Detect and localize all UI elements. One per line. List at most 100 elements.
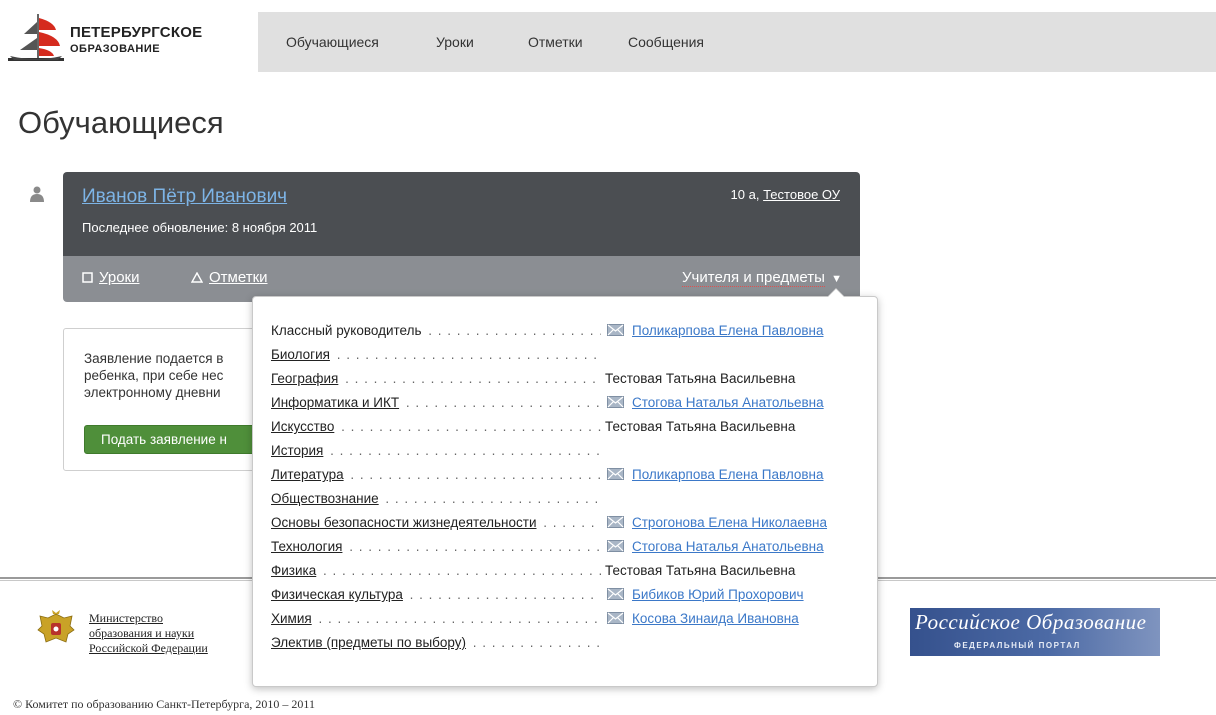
subject-label: Классный руководитель bbox=[271, 323, 424, 338]
subject-cell: Основы безопасности жизнедеятельности . … bbox=[271, 515, 601, 533]
leader-dots: . . . . . . . . . . . . . . . . . . . . … bbox=[350, 467, 601, 482]
teacher-row: Химия . . . . . . . . . . . . . . . . . … bbox=[271, 611, 871, 629]
site-logo[interactable]: ПЕТЕРБУРГСКОЕ ОБРАЗОВАНИЕ bbox=[8, 10, 248, 68]
teacher-cell: Косова Зинаида Ивановна bbox=[607, 611, 799, 626]
subject-cell: Литература . . . . . . . . . . . . . . .… bbox=[271, 467, 601, 485]
teacher-link[interactable]: Бибиков Юрий Прохорович bbox=[632, 587, 804, 602]
subject-link[interactable]: Обществознание bbox=[271, 491, 381, 506]
teacher-cell: Тестовая Татьяна Васильевна bbox=[605, 419, 795, 434]
subject-cell: Искусство . . . . . . . . . . . . . . . … bbox=[271, 419, 601, 437]
teacher-cell: Тестовая Татьяна Васильевна bbox=[605, 371, 795, 386]
teacher-cell: Строгонова Елена Николаевна bbox=[607, 515, 827, 530]
subject-link[interactable]: Информатика и ИКТ bbox=[271, 395, 402, 410]
nav-marks[interactable]: Отметки bbox=[528, 34, 583, 50]
teacher-cell: Стогова Наталья Анатольевна bbox=[607, 539, 824, 554]
leader-dots: . . . . . . . . . . . . . . . . . . . . … bbox=[409, 587, 601, 602]
subject-link[interactable]: Литература bbox=[271, 467, 346, 482]
subject-cell: История . . . . . . . . . . . . . . . . … bbox=[271, 443, 601, 461]
tab-lessons-label: Уроки bbox=[99, 269, 140, 286]
teacher-name: Тестовая Татьяна Васильевна bbox=[605, 371, 796, 386]
teacher-row: Технология . . . . . . . . . . . . . . .… bbox=[271, 539, 871, 557]
teacher-name: Тестовая Татьяна Васильевна bbox=[605, 419, 796, 434]
nav-students[interactable]: Обучающиеся bbox=[286, 34, 379, 50]
teacher-cell: Поликарпова Елена Павловна bbox=[607, 467, 824, 482]
mail-icon[interactable] bbox=[607, 468, 624, 480]
subject-link[interactable]: Электив (предметы по выбору) bbox=[271, 635, 469, 650]
header: ПЕТЕРБУРГСКОЕ ОБРАЗОВАНИЕ Обучающиеся Ур… bbox=[0, 0, 1216, 72]
page-title: Обучающиеся bbox=[18, 105, 224, 140]
teachers-subjects-label: Учителя и предметы bbox=[682, 269, 825, 287]
triangle-icon bbox=[191, 272, 203, 283]
teachers-subjects-toggle[interactable]: Учителя и предметы ▼ bbox=[682, 269, 842, 287]
teacher-row: Физическая культура . . . . . . . . . . … bbox=[271, 587, 871, 605]
mail-icon[interactable] bbox=[607, 612, 624, 624]
teachers-dropdown: Классный руководитель . . . . . . . . . … bbox=[252, 288, 878, 687]
mail-icon[interactable] bbox=[607, 324, 624, 336]
square-icon bbox=[82, 272, 93, 283]
teacher-row: Физика . . . . . . . . . . . . . . . . .… bbox=[271, 563, 871, 581]
subject-link[interactable]: Биология bbox=[271, 347, 332, 362]
mail-icon[interactable] bbox=[607, 396, 624, 408]
subject-cell: Физика . . . . . . . . . . . . . . . . .… bbox=[271, 563, 601, 581]
federal-portal-banner[interactable]: Российское Образование ФЕДЕРАЛЬНЫЙ ПОРТА… bbox=[910, 608, 1160, 656]
subject-link[interactable]: География bbox=[271, 371, 341, 386]
teacher-cell: Поликарпова Елена Павловна bbox=[607, 323, 824, 338]
student-name-link[interactable]: Иванов Пётр Иванович bbox=[82, 186, 287, 208]
subject-cell: Физическая культура . . . . . . . . . . … bbox=[271, 587, 601, 605]
leader-dots: . . . . . . . . . . . . . . . . . . . . … bbox=[385, 491, 601, 506]
subject-cell: Электив (предметы по выбору) . . . . . .… bbox=[271, 635, 601, 653]
tab-marks-label: Отметки bbox=[209, 269, 268, 286]
teacher-row: Искусство . . . . . . . . . . . . . . . … bbox=[271, 419, 871, 437]
nav-messages[interactable]: Сообщения bbox=[628, 34, 704, 50]
teacher-row: Электив (предметы по выбору) . . . . . .… bbox=[271, 635, 871, 653]
dropdown-pointer bbox=[827, 288, 845, 297]
leader-dots: . . . . . . . . . . . . . . . . . . . . … bbox=[318, 611, 601, 626]
tab-lessons[interactable]: Уроки bbox=[82, 269, 139, 286]
tab-marks[interactable]: Отметки bbox=[191, 269, 268, 286]
teacher-link[interactable]: Строгонова Елена Николаевна bbox=[632, 515, 827, 530]
student-card-header: Иванов Пётр Иванович Последнее обновлени… bbox=[63, 172, 860, 256]
school-link[interactable]: Тестовое ОУ bbox=[763, 187, 840, 202]
leader-dots: . . . . . . . . . . . . . . . . . . . . … bbox=[345, 371, 601, 386]
subject-link[interactable]: Химия bbox=[271, 611, 314, 626]
leader-dots: . . . . . . . . . . . . . . . . . . . . … bbox=[472, 635, 601, 650]
subject-cell: Информатика и ИКТ . . . . . . . . . . . … bbox=[271, 395, 601, 413]
leader-dots: . . . . . . . . . . . . . . . . . . . . … bbox=[323, 563, 601, 578]
teacher-link[interactable]: Поликарпова Елена Павловна bbox=[632, 323, 824, 338]
subject-cell: Классный руководитель . . . . . . . . . … bbox=[271, 323, 601, 341]
mail-icon[interactable] bbox=[607, 540, 624, 552]
teacher-link[interactable]: Стогова Наталья Анатольевна bbox=[632, 395, 824, 410]
teacher-row: Классный руководитель . . . . . . . . . … bbox=[271, 323, 871, 341]
class-info: 10 а, Тестовое ОУ bbox=[731, 187, 840, 202]
teacher-link[interactable]: Косова Зинаида Ивановна bbox=[632, 611, 799, 626]
logo-subtitle: ОБРАЗОВАНИЕ bbox=[70, 43, 161, 55]
subject-link[interactable]: Физическая культура bbox=[271, 587, 405, 602]
teacher-row: Основы безопасности жизнедеятельности . … bbox=[271, 515, 871, 533]
teacher-row: История . . . . . . . . . . . . . . . . … bbox=[271, 443, 871, 461]
teacher-row: Обществознание . . . . . . . . . . . . .… bbox=[271, 491, 871, 509]
mail-icon[interactable] bbox=[607, 516, 624, 528]
ministry-line: Министерство bbox=[89, 611, 163, 625]
leader-dots: . . . . . . . . . . . . . . . . . . . . … bbox=[428, 323, 601, 338]
leader-dots: . . . . . . . . . . . . . . . . . . . . … bbox=[543, 515, 601, 530]
teacher-row: Биология . . . . . . . . . . . . . . . .… bbox=[271, 347, 871, 365]
subject-link[interactable]: История bbox=[271, 443, 326, 458]
subject-link[interactable]: Технология bbox=[271, 539, 345, 554]
coat-of-arms-icon bbox=[37, 610, 75, 643]
subject-link[interactable]: Искусство bbox=[271, 419, 337, 434]
ministry-link[interactable]: Министерство образования и науки Российс… bbox=[89, 611, 208, 656]
teacher-link[interactable]: Стогова Наталья Анатольевна bbox=[632, 539, 824, 554]
portal-subtitle: ФЕДЕРАЛЬНЫЙ ПОРТАЛ bbox=[954, 641, 1081, 650]
ministry-line: Российской Федерации bbox=[89, 641, 208, 655]
teacher-link[interactable]: Поликарпова Елена Павловна bbox=[632, 467, 824, 482]
class-label: 10 а, bbox=[730, 187, 760, 202]
leader-dots: . . . . . . . . . . . . . . . . . . . . … bbox=[330, 443, 601, 458]
leader-dots: . . . . . . . . . . . . . . . . . . . . … bbox=[349, 539, 601, 554]
mail-icon[interactable] bbox=[607, 588, 624, 600]
leader-dots: . . . . . . . . . . . . . . . . . . . . … bbox=[336, 347, 601, 362]
dropdown-arrow-icon: ▼ bbox=[831, 273, 842, 285]
subject-link[interactable]: Основы безопасности жизнедеятельности bbox=[271, 515, 539, 530]
nav-lessons[interactable]: Уроки bbox=[436, 34, 474, 50]
leader-dots: . . . . . . . . . . . . . . . . . . . . … bbox=[405, 395, 601, 410]
subject-link[interactable]: Физика bbox=[271, 563, 319, 578]
